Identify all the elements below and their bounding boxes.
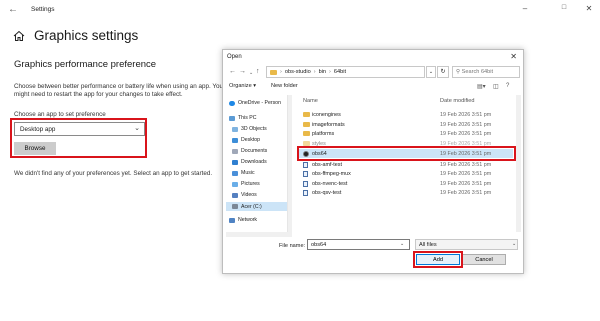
organize-label: Organize: [229, 83, 252, 89]
computer-icon: [229, 115, 235, 121]
file-row[interactable]: obs-qsv-test 19 Feb 2026 3:51 pm: [298, 188, 513, 198]
refresh-icon[interactable]: ↻: [437, 66, 449, 78]
videos-icon: [232, 192, 238, 198]
sidebar-item-desktop[interactable]: Desktop: [232, 137, 260, 143]
file-row[interactable]: platforms 19 Feb 2026 3:51 pm: [298, 129, 513, 139]
file-row[interactable]: obs-nvenc-test 19 Feb 2026 3:51 pm: [298, 179, 513, 189]
address-dropdown-icon[interactable]: ⌄: [426, 66, 436, 78]
dialog-title: Open: [227, 54, 242, 60]
help-icon[interactable]: ?: [506, 83, 509, 89]
section-title: Graphics performance preference: [14, 59, 157, 70]
column-header-date[interactable]: Date modified: [440, 98, 475, 104]
pictures-icon: [232, 181, 238, 187]
executable-icon: [303, 161, 308, 168]
window-title: Settings: [31, 6, 55, 13]
executable-icon: [303, 180, 308, 187]
address-bar[interactable]: › obs-studio › bin › 64bit: [266, 66, 425, 78]
search-box[interactable]: ⚲ Search 64bit: [452, 66, 520, 78]
sidebar-item-network[interactable]: Network: [229, 217, 257, 223]
home-icon: [13, 30, 25, 41]
choose-app-label: Choose an app to set preference: [14, 111, 106, 118]
view-options-icon[interactable]: ▤▾: [477, 83, 486, 90]
close-icon[interactable]: ✕: [583, 4, 595, 13]
desktop-icon: [232, 137, 238, 143]
settings-titlebar: ← Settings – □ ✕: [0, 0, 600, 22]
navigation-pane: OneDrive - Person This PC 3D Objects Des…: [226, 95, 288, 232]
sidebar-item-pictures[interactable]: Pictures: [232, 181, 260, 187]
nav-recent-icon[interactable]: ⌄: [249, 70, 253, 76]
nav-forward-icon[interactable]: →: [239, 68, 246, 75]
breadcrumb-item[interactable]: bin: [319, 69, 326, 75]
file-list-scrollbar[interactable]: [516, 95, 521, 232]
nav-up-icon[interactable]: ↑: [256, 68, 260, 75]
open-file-dialog: Open ✕ ← → ⌄ ↑ › obs-studio › bin › 64bi…: [222, 49, 524, 274]
description-text: Choose between better performance or bat…: [14, 83, 223, 99]
executable-icon: [303, 190, 308, 197]
nav-back-icon[interactable]: ←: [229, 68, 236, 75]
file-row[interactable]: imageformats 19 Feb 2026 3:51 pm: [298, 120, 513, 130]
screen: ← Settings – □ ✕ Graphics settings Graph…: [0, 0, 600, 321]
new-folder-button[interactable]: New folder: [271, 83, 298, 89]
sidebar-item-acer-c[interactable]: Acer (C:): [226, 202, 287, 211]
highlight-box-obs64: [297, 146, 516, 161]
folder-icon: [303, 112, 310, 117]
search-icon: ⚲: [456, 69, 461, 75]
breadcrumb-item[interactable]: 64bit: [334, 69, 346, 75]
dialog-close-icon[interactable]: ✕: [510, 52, 517, 61]
documents-icon: [232, 148, 238, 154]
download-icon: [232, 159, 238, 165]
network-icon: [229, 217, 235, 223]
folder-icon: [270, 69, 277, 75]
sidebar-item-downloads[interactable]: Downloads: [232, 159, 267, 165]
file-row[interactable]: iconengines 19 Feb 2026 3:51 pm: [298, 110, 513, 120]
highlight-box-app-selector: [10, 118, 147, 158]
file-name-label: File name:: [279, 243, 306, 249]
executable-icon: [303, 171, 308, 178]
organize-button[interactable]: Organize ▾: [229, 83, 256, 89]
column-header-name[interactable]: Name: [303, 98, 318, 104]
cancel-button[interactable]: Cancel: [462, 254, 506, 265]
cube-icon: [232, 126, 238, 132]
breadcrumb-item[interactable]: obs-studio: [285, 69, 311, 75]
sidebar-item-this-pc[interactable]: This PC: [229, 115, 256, 121]
empty-preferences-message: We didn't find any of your preferences y…: [14, 170, 213, 177]
minimize-icon[interactable]: –: [519, 4, 531, 13]
folder-icon: [303, 121, 310, 127]
back-arrow-icon[interactable]: ←: [8, 4, 18, 15]
preview-pane-icon[interactable]: ◫: [493, 83, 499, 90]
drive-icon: [232, 204, 238, 209]
folder-icon: [303, 131, 310, 137]
maximize-icon[interactable]: □: [558, 4, 570, 11]
file-type-select[interactable]: All files: [415, 239, 518, 250]
cloud-icon: [229, 100, 235, 106]
highlight-box-add: [413, 251, 463, 268]
sidebar-item-onedrive[interactable]: OneDrive - Person: [229, 100, 281, 106]
sidebar-horizontal-scrollbar[interactable]: [226, 232, 292, 237]
search-placeholder: Search 64bit: [461, 69, 494, 75]
file-row[interactable]: obs-ffmpeg-mux 19 Feb 2026 3:51 pm: [298, 169, 513, 179]
page-title: Graphics settings: [34, 28, 139, 43]
sidebar-item-music[interactable]: Music: [232, 170, 255, 176]
file-row[interactable]: obs-amf-test 19 Feb 2026 3:51 pm: [298, 160, 513, 170]
music-icon: [232, 170, 238, 176]
sidebar-item-videos[interactable]: Videos: [232, 192, 257, 198]
chevron-down-icon[interactable]: ⌄: [512, 241, 516, 247]
chevron-down-icon[interactable]: ⌄: [400, 241, 404, 247]
sidebar-item-documents[interactable]: Documents: [232, 148, 267, 154]
file-name-input[interactable]: obs64: [307, 239, 410, 250]
sidebar-item-3d-objects[interactable]: 3D Objects: [232, 126, 267, 132]
sidebar-scrollbar[interactable]: [288, 95, 292, 232]
